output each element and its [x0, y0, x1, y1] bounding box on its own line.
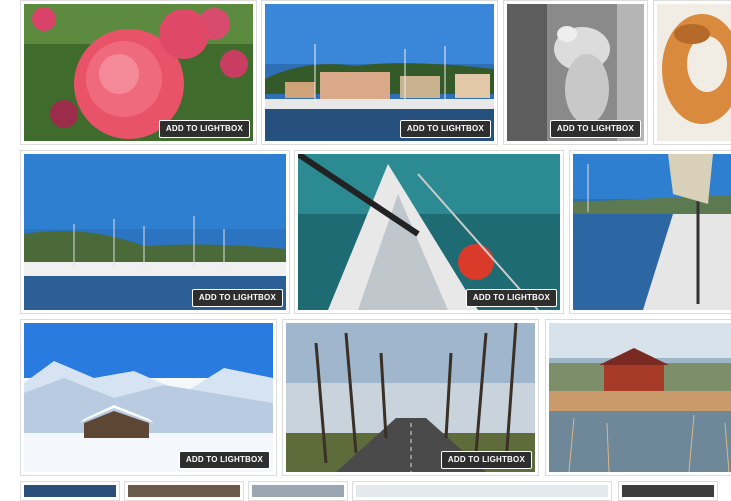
sailboat-stern-image [573, 154, 731, 310]
photo-snow-cabin[interactable]: ADD TO LIGHTBOX [24, 323, 273, 472]
photo-marina[interactable]: ADD TO LIGHTBOX [24, 154, 286, 310]
photo-tile-row4-4[interactable] [352, 481, 612, 501]
add-to-lightbox-button[interactable]: ADD TO LIGHTBOX [399, 120, 491, 138]
photo-sailboat-stern[interactable] [573, 154, 731, 310]
pastry-image [657, 4, 731, 141]
photo-tile-marina[interactable]: ADD TO LIGHTBOX [20, 150, 290, 314]
photo-road[interactable]: ADD TO LIGHTBOX [286, 323, 535, 472]
photo-tile-row4-5[interactable] [618, 481, 718, 501]
photo-tile-lakehouse[interactable] [545, 319, 731, 476]
photo-statue[interactable]: ADD TO LIGHTBOX [507, 4, 644, 141]
photo-harbor[interactable]: ADD TO LIGHTBOX [265, 4, 494, 141]
photo-tile-harbor[interactable]: ADD TO LIGHTBOX [261, 0, 498, 145]
sailboat-deck-image [298, 154, 560, 310]
photo-tile-pastry[interactable] [653, 0, 731, 145]
add-to-lightbox-button[interactable]: ADD TO LIGHTBOX [178, 451, 270, 469]
photo-tile-sailboat-deck[interactable]: ADD TO LIGHTBOX [294, 150, 564, 314]
photo-tile-statue[interactable]: ADD TO LIGHTBOX [503, 0, 648, 145]
photo-roses[interactable]: ADD TO LIGHTBOX [24, 4, 253, 141]
add-to-lightbox-button[interactable]: ADD TO LIGHTBOX [158, 120, 250, 138]
photo-tile-row4-2[interactable] [124, 481, 244, 501]
add-to-lightbox-button[interactable]: ADD TO LIGHTBOX [191, 289, 283, 307]
marina-image [24, 154, 286, 310]
snow-cabin-image [24, 323, 273, 472]
add-to-lightbox-button[interactable]: ADD TO LIGHTBOX [465, 289, 557, 307]
photo-tile-snow-cabin[interactable]: ADD TO LIGHTBOX [20, 319, 277, 476]
photo-pastry[interactable] [657, 4, 731, 141]
road-image [286, 323, 535, 472]
photo-tile-row4-3[interactable] [248, 481, 348, 501]
photo-tile-sailboat-stern[interactable] [569, 150, 731, 314]
photo-tile-road[interactable]: ADD TO LIGHTBOX [282, 319, 539, 476]
add-to-lightbox-button[interactable]: ADD TO LIGHTBOX [440, 451, 532, 469]
lakehouse-image [549, 323, 731, 472]
photo-tile-roses[interactable]: ADD TO LIGHTBOX [20, 0, 257, 145]
add-to-lightbox-button[interactable]: ADD TO LIGHTBOX [549, 120, 641, 138]
photo-lakehouse[interactable] [549, 323, 731, 472]
photo-sailboat-deck[interactable]: ADD TO LIGHTBOX [298, 154, 560, 310]
photo-tile-row4-1[interactable] [20, 481, 120, 501]
